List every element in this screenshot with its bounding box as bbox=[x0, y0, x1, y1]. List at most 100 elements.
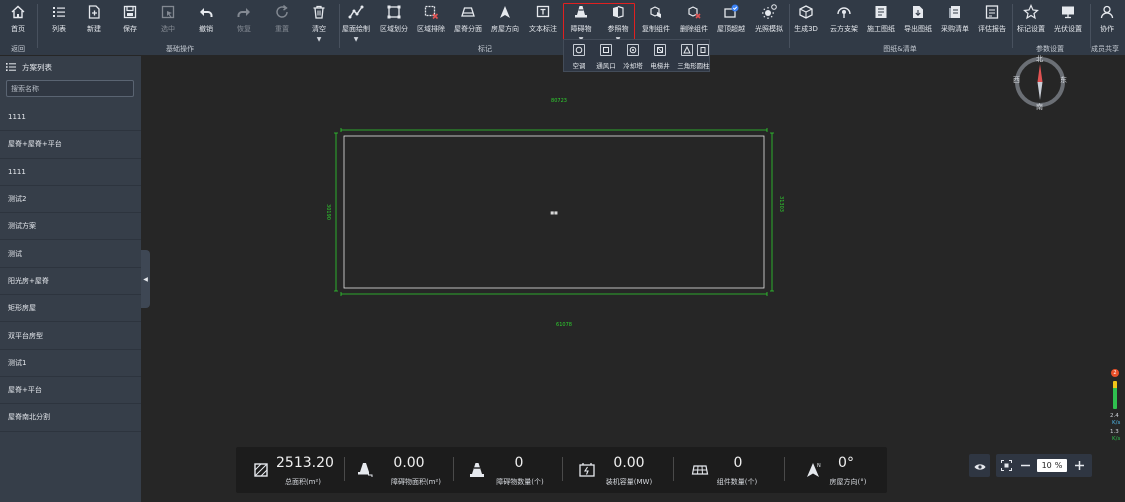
delete-component-button[interactable]: 删除组件 bbox=[678, 3, 710, 37]
plan-list-item[interactable]: 矩形房屋 bbox=[0, 295, 141, 323]
dimension-line-right bbox=[770, 132, 774, 292]
clear-button-label: 清空 bbox=[312, 25, 326, 33]
stat-total-area-label: 总面积(m²) bbox=[284, 478, 322, 486]
pv-settings-button[interactable]: 光伏设置 bbox=[1052, 3, 1084, 37]
plan-list-item[interactable]: 测试1 bbox=[0, 350, 141, 377]
plan-list-item[interactable]: 1111 bbox=[0, 159, 141, 186]
sunlight-sim-button[interactable]: 光照模拟 bbox=[752, 3, 786, 37]
export-drawing-button[interactable]: 导出图纸 bbox=[902, 3, 934, 37]
obstacle-button[interactable]: 障碍物 ▼ bbox=[566, 3, 596, 43]
capacity-icon bbox=[578, 461, 596, 479]
purchase-list-button[interactable]: 采购清单 bbox=[939, 3, 971, 37]
reset-button[interactable]: 重置 bbox=[268, 3, 296, 37]
sidebar-header: 方案列表 bbox=[6, 62, 52, 73]
text-annotation-button[interactable]: 文本标注 bbox=[527, 3, 559, 37]
ridge-split-button-label: 屋脊分面 bbox=[454, 25, 482, 33]
stat-obstacle-count-label: 障碍物数量(个) bbox=[496, 478, 544, 486]
plan-search-input[interactable] bbox=[6, 80, 134, 97]
plan-list-item[interactable]: 阳光房+屋脊 bbox=[0, 268, 141, 296]
visibility-toggle-button[interactable] bbox=[969, 454, 990, 477]
plan-list-item[interactable]: 测试2 bbox=[0, 186, 141, 214]
reference-button[interactable]: 参照物 ▼ bbox=[603, 3, 633, 43]
plan-list-item[interactable]: 屋脊南北分割 bbox=[0, 404, 141, 432]
select-button[interactable]: 选中 bbox=[154, 3, 182, 37]
cooling-tower-icon bbox=[627, 44, 639, 56]
pin-icon bbox=[1023, 3, 1039, 21]
zoom-level-field[interactable]: 10% bbox=[1037, 459, 1067, 472]
stat-obstacle-area-value: 0.00 bbox=[393, 455, 425, 471]
reference-button-label: 参照物 bbox=[607, 25, 629, 33]
roof-check-button[interactable]: 屋顶超越 bbox=[715, 3, 747, 37]
construction-drawing-button-label: 施工图纸 bbox=[867, 25, 895, 33]
house-direction-button[interactable]: 房屋方向 bbox=[489, 3, 521, 37]
zoom-level-value: 10 bbox=[1041, 461, 1052, 470]
undo-icon bbox=[198, 3, 214, 21]
sidebar-title: 方案列表 bbox=[22, 63, 52, 72]
zoom-controls: 10% bbox=[996, 454, 1092, 477]
area-exclude-button[interactable]: 区域排除 bbox=[414, 3, 448, 37]
plan-list-item[interactable]: 测试方案 bbox=[0, 213, 141, 241]
sunlight-icon bbox=[761, 3, 777, 21]
area-icon bbox=[252, 461, 270, 479]
ridge-split-button[interactable]: 屋脊分面 bbox=[452, 3, 484, 37]
redo-button[interactable]: 恢复 bbox=[230, 3, 258, 37]
clear-button[interactable]: 清空 ▼ bbox=[305, 3, 333, 43]
mark-settings-button[interactable]: 标记设置 bbox=[1015, 3, 1047, 37]
compass-south-label: 南 bbox=[1036, 103, 1043, 111]
new-button[interactable]: 新建 bbox=[80, 3, 108, 37]
plan-list-item[interactable]: 测试 bbox=[0, 240, 141, 268]
house-direction-icon bbox=[497, 3, 513, 21]
construction-drawing-button[interactable]: 施工图纸 bbox=[865, 3, 897, 37]
obstacle-count-icon bbox=[468, 461, 486, 479]
home-button[interactable]: 首页 bbox=[3, 3, 33, 37]
plan-list-item[interactable]: 屋脊+平台 bbox=[0, 377, 141, 405]
user-icon bbox=[1099, 3, 1115, 21]
area-divide-button[interactable]: 区域划分 bbox=[378, 3, 410, 37]
copy-component-button[interactable]: 复制组件 bbox=[640, 3, 672, 37]
select-button-label: 选中 bbox=[161, 25, 175, 33]
stat-panel-count: 0 组件数量(个) bbox=[691, 453, 791, 489]
zoom-out-button[interactable] bbox=[1018, 456, 1032, 474]
save-button[interactable]: 保存 bbox=[116, 3, 144, 37]
purchase-list-button-label: 采购清单 bbox=[941, 25, 969, 33]
delete-component-icon bbox=[686, 3, 702, 21]
area-divide-button-label: 区域划分 bbox=[380, 25, 408, 33]
plan-list: 1111 屋脊+屋脊+平台 1111 测试2 测试方案 测试 阳光房+屋脊 矩形… bbox=[0, 104, 141, 432]
stat-divider bbox=[673, 457, 674, 481]
generate-3d-button[interactable]: 生成3D bbox=[791, 3, 821, 37]
text-annotation-button-label: 文本标注 bbox=[529, 25, 557, 33]
dimension-line-top bbox=[340, 128, 768, 132]
house-direction-button-label: 房屋方向 bbox=[491, 25, 519, 33]
collaborate-button[interactable]: 协作 bbox=[1093, 3, 1121, 37]
undo-button-label: 撤销 bbox=[199, 25, 213, 33]
bracket-button[interactable]: 云方支架 bbox=[828, 3, 860, 37]
plus-icon bbox=[1075, 460, 1084, 470]
fit-view-button[interactable] bbox=[1000, 459, 1013, 472]
compass-needle-south bbox=[1037, 82, 1043, 100]
stat-obstacle-count-value: 0 bbox=[514, 455, 524, 471]
export-drawing-button-label: 导出图纸 bbox=[904, 25, 932, 33]
group-label-params: 参数设置 bbox=[1036, 45, 1064, 53]
delete-component-button-label: 删除组件 bbox=[680, 25, 708, 33]
app-window: 首页 列表 新建 保存 选中 撤销 恢复 重置 清空 ▼ 屋面绘制 ▼ 区域划分… bbox=[0, 0, 1125, 502]
stat-obstacle-count: 0 障碍物数量(个) bbox=[468, 453, 568, 489]
roof-draw-button[interactable]: 屋面绘制 ▼ bbox=[341, 3, 371, 43]
assessment-report-button[interactable]: 评估报告 bbox=[976, 3, 1008, 37]
triangle-icon bbox=[681, 44, 693, 56]
plan-list-item[interactable]: 双平台房型 bbox=[0, 322, 141, 350]
chevron-down-icon: ▼ bbox=[353, 36, 359, 43]
roof-canvas[interactable]: 80723 61078 30190 31303 ■■ bbox=[141, 56, 1125, 502]
plan-list-item[interactable]: 1111 bbox=[0, 104, 141, 132]
roof-draw-icon bbox=[348, 3, 364, 21]
plan-list-item[interactable]: 屋脊+屋脊+平台 bbox=[0, 131, 141, 159]
select-icon bbox=[160, 3, 176, 21]
roof-check-icon bbox=[723, 3, 739, 21]
toolbar-separator bbox=[789, 4, 790, 48]
zoom-in-button[interactable] bbox=[1072, 456, 1087, 474]
elevator-icon bbox=[654, 44, 666, 56]
list-button[interactable]: 列表 bbox=[45, 3, 73, 37]
undo-button[interactable]: 撤销 bbox=[192, 3, 220, 37]
sunlight-sim-button-label: 光照模拟 bbox=[755, 25, 783, 33]
group-label-mark: 标记 bbox=[478, 45, 492, 53]
compass-north-label: 北 bbox=[1036, 55, 1043, 63]
